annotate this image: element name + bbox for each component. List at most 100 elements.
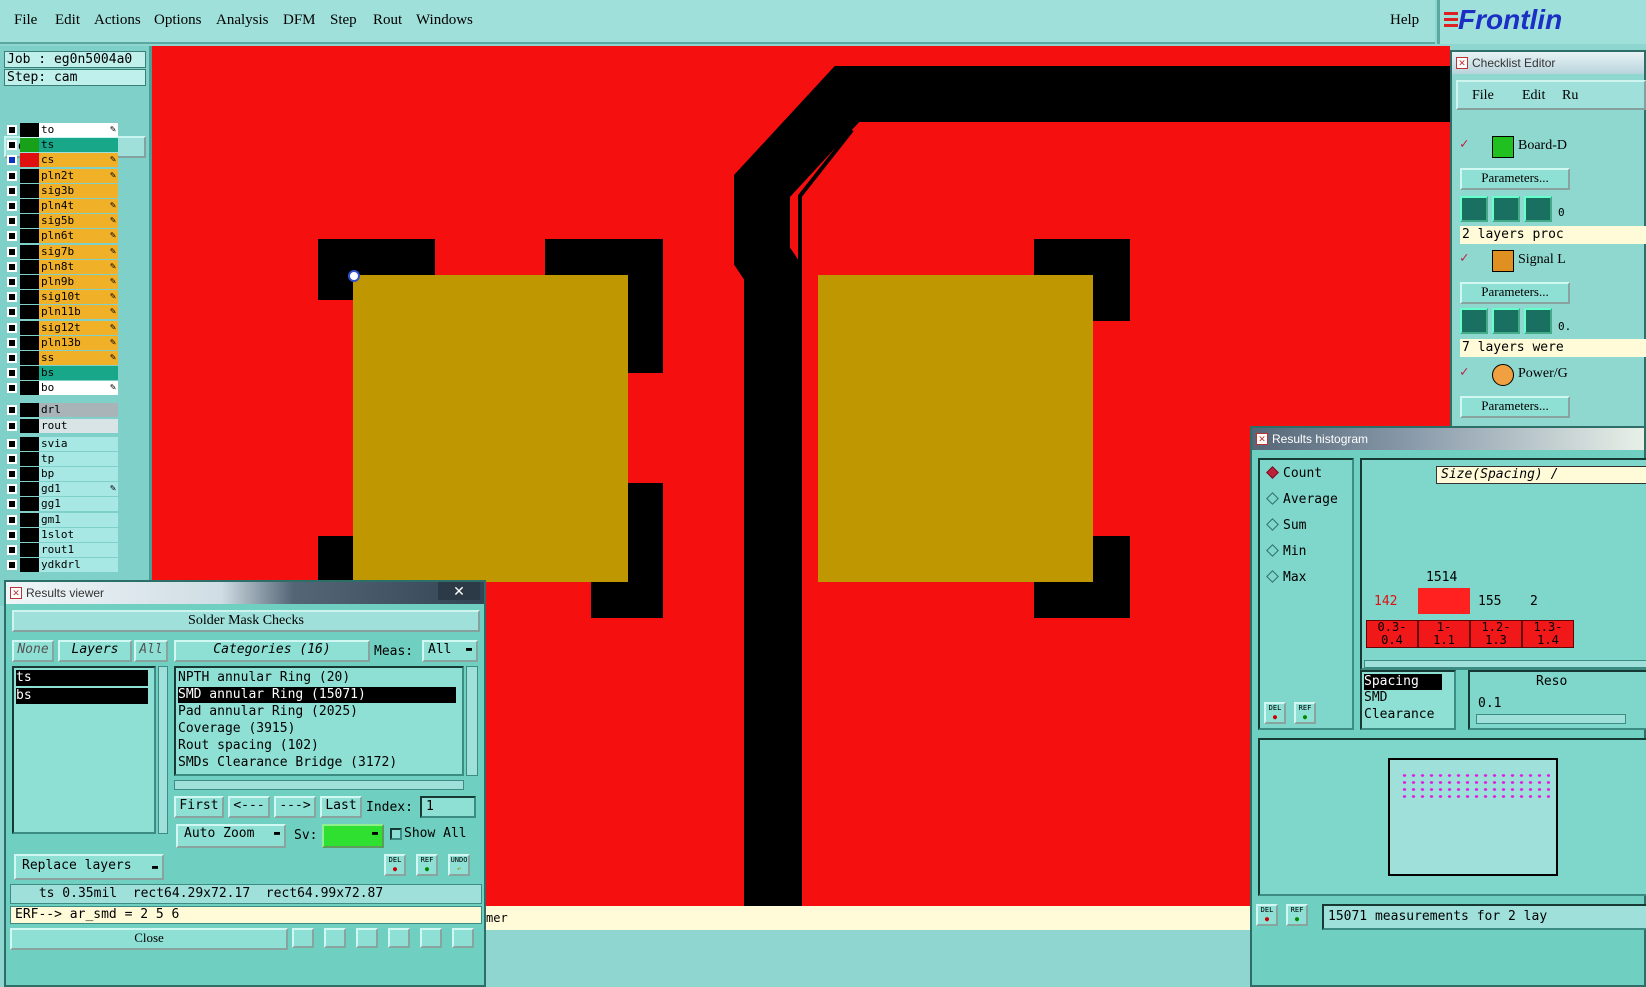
layer-list-scrollbar[interactable] — [158, 666, 168, 834]
menu-edit[interactable]: Edit — [55, 12, 80, 29]
menu-file[interactable]: File — [14, 12, 37, 29]
list-item[interactable]: SMD — [1364, 690, 1387, 706]
layer-checkbox[interactable] — [7, 405, 17, 415]
layer-checkbox[interactable] — [7, 170, 17, 181]
close-button[interactable]: Close — [10, 928, 288, 950]
close-icon[interactable]: ✕ — [1456, 57, 1468, 69]
layer-checkbox[interactable] — [7, 185, 17, 196]
layer-name[interactable]: sig10t ✎ — [39, 290, 118, 305]
category-item[interactable]: NPTH annular Ring (20) — [178, 670, 456, 686]
layer-name[interactable]: pln2t ✎ — [39, 168, 118, 183]
layer-row-bs[interactable]: bs — [5, 366, 118, 381]
replace-layers-select[interactable]: Replace layers ▬ — [14, 854, 164, 880]
layer-checkbox[interactable] — [7, 559, 17, 570]
layer-checkbox[interactable] — [7, 544, 17, 555]
layer-name[interactable]: rout1 — [39, 542, 118, 557]
layer-name[interactable]: gd1 ✎ — [39, 482, 118, 497]
tool-icon[interactable] — [420, 928, 442, 948]
layer-name[interactable]: 1slot — [39, 527, 118, 542]
histogram-scrollbar[interactable] — [1364, 660, 1646, 668]
mode-sum-radio[interactable]: Sum — [1266, 518, 1306, 533]
list-item[interactable]: ts — [16, 670, 148, 686]
checklist-menu-edit[interactable]: Edit — [1522, 88, 1545, 104]
layer-checkbox[interactable] — [7, 499, 17, 510]
layer-row-drl[interactable]: drl — [5, 403, 118, 417]
board-overview[interactable] — [1258, 738, 1646, 896]
bin-range-label[interactable]: 1- 1.1 — [1418, 620, 1470, 648]
layer-row-sig10t[interactable]: sig10t ✎ — [5, 290, 118, 305]
ref-icon[interactable]: REF ● — [1286, 904, 1308, 926]
layer-row-pln4t[interactable]: pln4t ✎ — [5, 199, 118, 213]
category-item[interactable]: SMDs Clearance Bridge (3172) — [178, 755, 456, 771]
menu-analysis[interactable]: Analysis — [216, 12, 269, 29]
tool-icon[interactable] — [292, 928, 314, 948]
layer-row-pln6t[interactable]: pln6t ✎ — [5, 229, 118, 244]
meas-select[interactable]: All ▬ — [422, 640, 478, 662]
next-button[interactable]: ---> — [274, 796, 316, 818]
menu-help[interactable]: Help — [1390, 12, 1419, 29]
layer-row-pln9b[interactable]: pln9b ✎ — [5, 275, 118, 289]
layer-row-ydkdrl[interactable]: ydkdrl — [5, 557, 118, 572]
all-button[interactable]: All — [134, 640, 168, 662]
layer-row-sig7b[interactable]: sig7b ✎ — [5, 244, 118, 259]
layer-checkbox[interactable] — [7, 337, 17, 348]
layer-name[interactable]: tp — [39, 452, 118, 467]
prev-button[interactable]: <--- — [228, 796, 270, 818]
run-icon[interactable] — [1460, 196, 1488, 222]
layer-name[interactable]: pln6t ✎ — [39, 229, 118, 244]
layer-row-sig3b[interactable]: sig3b — [5, 183, 118, 198]
mode-average-radio[interactable]: Average — [1266, 492, 1338, 507]
layer-checkbox[interactable] — [7, 383, 17, 394]
menu-step[interactable]: Step — [330, 12, 357, 29]
layer-row-to[interactable]: to ✎ — [5, 123, 118, 137]
layer-name[interactable]: pln11b ✎ — [39, 305, 118, 320]
layer-row-gd1[interactable]: gd1 ✎ — [5, 482, 118, 497]
list-item[interactable]: bs — [16, 688, 148, 704]
first-button[interactable]: First — [174, 796, 224, 818]
layer-checkbox[interactable] — [7, 469, 17, 480]
none-button[interactable]: None — [12, 640, 54, 662]
layer-name[interactable]: pln8t ✎ — [39, 259, 118, 274]
bin-range-label[interactable]: 1.2- 1.3 — [1470, 620, 1522, 648]
layer-checkbox[interactable] — [7, 125, 17, 135]
layer-name[interactable]: sig12t ✎ — [39, 320, 118, 335]
layer-row-bp[interactable]: bp — [5, 467, 118, 482]
del-icon[interactable]: DEL ● — [1256, 904, 1278, 926]
layer-checkbox[interactable] — [7, 454, 17, 465]
tool-icon[interactable] — [356, 928, 378, 948]
undo-icon[interactable]: UNDO ↶ — [448, 854, 470, 876]
tool-icon[interactable] — [388, 928, 410, 948]
layer-name[interactable]: sig3b — [39, 183, 118, 198]
layer-row-bo[interactable]: bo ✎ — [5, 381, 118, 396]
power-parameters-button[interactable]: Parameters... — [1460, 396, 1570, 418]
layer-row-ss[interactable]: ss ✎ — [5, 351, 118, 365]
layer-row-tp[interactable]: tp — [5, 452, 118, 467]
layer-row-pln13b[interactable]: pln13b ✎ — [5, 335, 118, 350]
tool-icon[interactable] — [452, 928, 474, 948]
layer-name[interactable]: gm1 — [39, 512, 118, 527]
layer-row-sig5b[interactable]: sig5b ✎ — [5, 214, 118, 229]
checklist-menu-file[interactable]: File — [1472, 88, 1494, 104]
category-item[interactable]: Coverage (3915) — [178, 721, 456, 737]
tool-icon[interactable] — [324, 928, 346, 948]
layer-name[interactable]: cs ✎ — [39, 153, 118, 168]
category-item[interactable]: Pad annular Ring (2025) — [178, 704, 456, 720]
layer-row-1slot[interactable]: 1slot — [5, 527, 118, 542]
list-item[interactable]: Spacing — [1364, 674, 1442, 690]
categories-button[interactable]: Categories (16) — [174, 640, 370, 662]
window-close-icon[interactable]: ✕ — [438, 582, 480, 600]
layer-name[interactable]: pln9b ✎ — [39, 275, 118, 289]
layer-row-ts[interactable]: ts — [5, 138, 118, 153]
layer-checkbox[interactable] — [7, 277, 17, 287]
layer-checkbox[interactable] — [7, 261, 17, 272]
smd-pad-right[interactable] — [818, 275, 1093, 582]
layer-row-pln8t[interactable]: pln8t ✎ — [5, 259, 118, 274]
mode-count-radio[interactable]: Count — [1266, 466, 1322, 481]
layer-name[interactable]: bp — [39, 467, 118, 482]
results-viewer-title-bar[interactable]: ✕ Results viewer ✕ — [6, 582, 484, 604]
layer-row-rout[interactable]: rout — [5, 419, 118, 433]
mode-max-radio[interactable]: Max — [1266, 570, 1306, 585]
checklist-title-bar[interactable]: ✕ Checklist Editor — [1452, 52, 1644, 74]
list-item[interactable]: Clearance — [1364, 707, 1434, 723]
layer-row-pln11b[interactable]: pln11b ✎ — [5, 305, 118, 320]
